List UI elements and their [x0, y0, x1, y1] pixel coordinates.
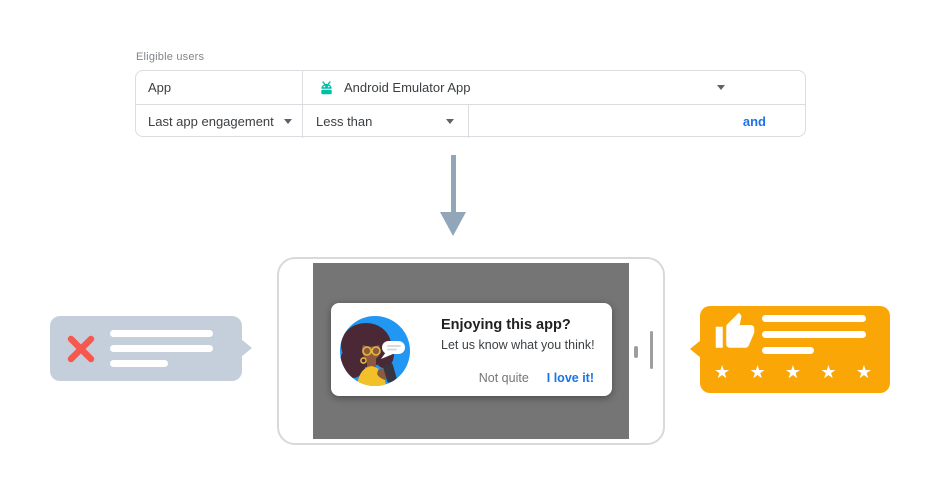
dialog-title: Enjoying this app? [441, 317, 571, 333]
app-selector[interactable]: Android Emulator App [344, 71, 470, 104]
placeholder-text-lines [110, 330, 213, 375]
device-speaker-icon [650, 331, 653, 369]
chevron-down-icon[interactable] [284, 119, 292, 124]
star-icon: ★ [749, 363, 765, 381]
star-icon: ★ [856, 363, 872, 381]
placeholder-line [110, 330, 213, 337]
in-app-message-dialog: Enjoying this app? Let us know what you … [331, 303, 612, 396]
flow-diagram: Eligible users App Android Emulator App … [0, 0, 941, 498]
placeholder-line [110, 360, 168, 367]
placeholder-line [762, 331, 866, 338]
five-star-rating: ★ ★ ★ ★ ★ [714, 363, 872, 381]
app-field-label: App [148, 71, 171, 104]
placeholder-line [762, 315, 866, 322]
chevron-down-icon[interactable] [446, 119, 454, 124]
positive-review-bubble: ★ ★ ★ ★ ★ [700, 306, 890, 393]
dialog-subtitle: Let us know what you think! [441, 338, 595, 352]
avatar-illustration [340, 316, 410, 386]
star-icon: ★ [714, 363, 730, 381]
android-icon [318, 80, 335, 101]
cell-divider [302, 71, 303, 104]
condition-row-app: App Android Emulator App [136, 71, 805, 104]
placeholder-line [762, 347, 814, 354]
star-icon: ★ [820, 363, 836, 381]
condition-row-engagement: Last app engagement Less than and [136, 105, 805, 138]
bubble-tail [690, 340, 701, 358]
negative-feedback-bubble [50, 316, 242, 381]
and-condition-link[interactable]: and [743, 105, 766, 138]
down-arrow-head [440, 212, 466, 236]
cell-divider [468, 105, 469, 138]
i-love-it-button[interactable]: I love it! [547, 371, 594, 385]
audience-condition-card: App Android Emulator App Last app engage… [135, 70, 806, 137]
bubble-tail [241, 339, 252, 357]
dimension-selector[interactable]: Last app engagement [148, 105, 274, 138]
placeholder-text-lines [762, 315, 866, 363]
placeholder-line [110, 345, 213, 352]
not-quite-button[interactable]: Not quite [479, 371, 529, 385]
eligible-users-label: Eligible users [136, 51, 204, 63]
down-arrow-shaft [451, 155, 456, 213]
device-button-icon [634, 346, 638, 358]
thumbs-up-icon [714, 311, 756, 358]
x-mark-icon [66, 334, 96, 369]
operator-selector[interactable]: Less than [316, 105, 372, 138]
star-icon: ★ [785, 363, 801, 381]
chevron-down-icon[interactable] [717, 85, 725, 90]
dialog-actions: Not quite I love it! [479, 371, 594, 385]
cell-divider [302, 105, 303, 138]
